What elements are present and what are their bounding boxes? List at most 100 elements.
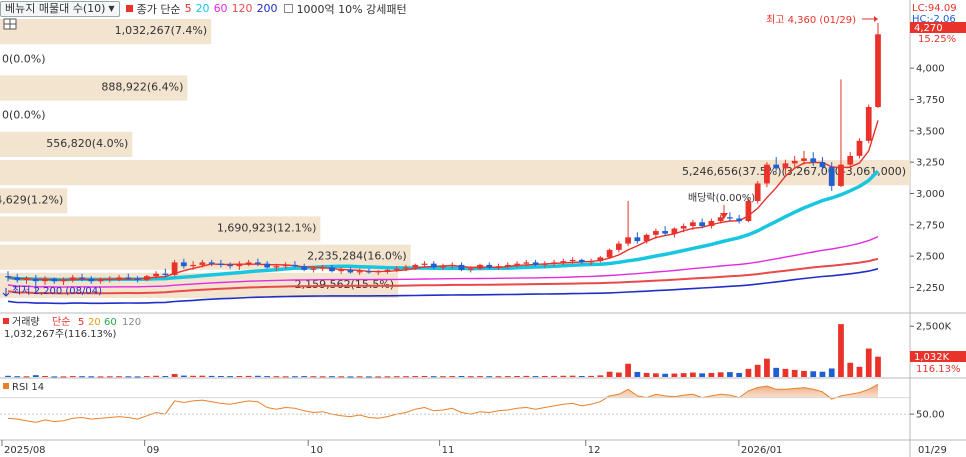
candle-body[interactable] <box>690 222 696 227</box>
volume-bar[interactable] <box>116 376 122 378</box>
candle-body[interactable] <box>5 276 11 278</box>
candle-body[interactable] <box>467 268 474 270</box>
volume-bar[interactable] <box>79 376 85 378</box>
volume-bar[interactable] <box>236 375 243 377</box>
candle-body[interactable] <box>97 279 104 282</box>
volume-bar[interactable] <box>662 373 668 377</box>
candle-body[interactable] <box>560 261 567 263</box>
candle-body[interactable] <box>810 158 817 163</box>
candle-body[interactable] <box>504 264 511 267</box>
candle-body[interactable] <box>532 262 539 265</box>
volume-bar[interactable] <box>875 356 881 377</box>
volume-bar[interactable] <box>384 376 391 378</box>
volume-bar[interactable] <box>467 376 474 378</box>
candle-body[interactable] <box>514 263 520 265</box>
candle-body[interactable] <box>615 243 622 250</box>
candle-body[interactable] <box>801 158 807 161</box>
volume-bar[interactable] <box>773 367 780 377</box>
volume-bar[interactable] <box>699 373 706 377</box>
volume-bar[interactable] <box>597 375 604 377</box>
candle-body[interactable] <box>14 277 21 280</box>
candle-body[interactable] <box>153 273 159 277</box>
volume-bar[interactable] <box>625 363 631 377</box>
volume-bar[interactable] <box>847 362 854 377</box>
volume-bar[interactable] <box>366 376 372 378</box>
volume-bar[interactable] <box>782 368 789 377</box>
candle-body[interactable] <box>384 269 391 272</box>
volume-bar[interactable] <box>190 375 196 377</box>
candle-body[interactable] <box>754 183 761 201</box>
volume-bar[interactable] <box>560 375 567 377</box>
volume-bar[interactable] <box>717 372 724 377</box>
candle-body[interactable] <box>134 278 141 280</box>
candle-body[interactable] <box>143 276 150 280</box>
volume-bar[interactable] <box>218 375 224 377</box>
candle-body[interactable] <box>653 231 659 235</box>
volume-bar[interactable] <box>551 375 557 377</box>
volume-bar[interactable] <box>541 375 548 377</box>
candle-body[interactable] <box>588 261 594 263</box>
candle-body[interactable] <box>541 263 548 265</box>
volume-bar[interactable] <box>310 376 317 378</box>
volume-bar[interactable] <box>329 376 335 378</box>
volume-bar[interactable] <box>634 371 641 377</box>
volume-bar[interactable] <box>292 376 298 378</box>
volume-bar[interactable] <box>801 370 807 377</box>
volume-bar[interactable] <box>51 376 58 378</box>
candle-body[interactable] <box>366 271 372 273</box>
candle-body[interactable] <box>430 263 437 268</box>
candle-body[interactable] <box>643 234 650 242</box>
candle-body[interactable] <box>569 259 576 262</box>
candle-body[interactable] <box>791 160 798 164</box>
volume-bar[interactable] <box>88 376 95 378</box>
candle-body[interactable] <box>856 140 863 156</box>
volume-bar[interactable] <box>162 375 169 377</box>
volume-bar[interactable] <box>356 376 363 378</box>
candle-body[interactable] <box>255 262 261 264</box>
candle-body[interactable] <box>393 268 400 270</box>
chart-canvas[interactable]: 1,032,267(7.4%) 0(0.0%) 888,922(6.4%) 0(0.0… <box>0 0 966 457</box>
candle-body[interactable] <box>412 264 419 268</box>
volume-bar[interactable] <box>393 376 400 378</box>
candle-body[interactable] <box>449 264 456 267</box>
candle-body[interactable] <box>162 273 169 275</box>
volume-bar[interactable] <box>23 376 30 378</box>
volume-bar[interactable] <box>60 376 67 378</box>
candle-body[interactable] <box>106 278 113 280</box>
candle-body[interactable] <box>717 217 724 222</box>
candle-body[interactable] <box>847 155 854 165</box>
volume-bar[interactable] <box>319 376 326 378</box>
candle-body[interactable] <box>356 271 363 273</box>
volume-bar[interactable] <box>791 369 798 377</box>
candle-body[interactable] <box>708 221 715 227</box>
candle-body[interactable] <box>69 277 76 280</box>
candle-body[interactable] <box>116 277 122 279</box>
candle-body[interactable] <box>403 267 409 269</box>
rsi-series-line[interactable] <box>7 383 879 423</box>
candle-body[interactable] <box>495 266 502 268</box>
volume-bar[interactable] <box>477 376 483 378</box>
volume-bar[interactable] <box>680 373 687 377</box>
volume-bar[interactable] <box>819 371 826 377</box>
candle-body[interactable] <box>551 262 557 264</box>
volume-bar[interactable] <box>338 376 345 378</box>
volume-bar[interactable] <box>125 376 132 378</box>
volume-bar[interactable] <box>754 364 761 377</box>
volume-bar[interactable] <box>301 376 308 378</box>
volume-bar[interactable] <box>440 376 446 378</box>
volume-bar[interactable] <box>449 376 456 378</box>
volume-bar[interactable] <box>504 376 511 378</box>
candle-body[interactable] <box>180 262 187 267</box>
volume-bar[interactable] <box>745 368 752 377</box>
candle-body[interactable] <box>264 263 271 268</box>
volume-bar[interactable] <box>153 375 159 377</box>
volume-bar[interactable] <box>736 372 743 377</box>
volume-bar[interactable] <box>569 375 576 377</box>
candle-body[interactable] <box>292 264 298 267</box>
candle-body[interactable] <box>477 264 483 269</box>
candle-body[interactable] <box>865 106 872 141</box>
volume-bar[interactable] <box>486 376 493 378</box>
volume-bar[interactable] <box>69 376 76 378</box>
volume-bar[interactable] <box>347 376 354 378</box>
candle-body[interactable] <box>51 278 58 282</box>
